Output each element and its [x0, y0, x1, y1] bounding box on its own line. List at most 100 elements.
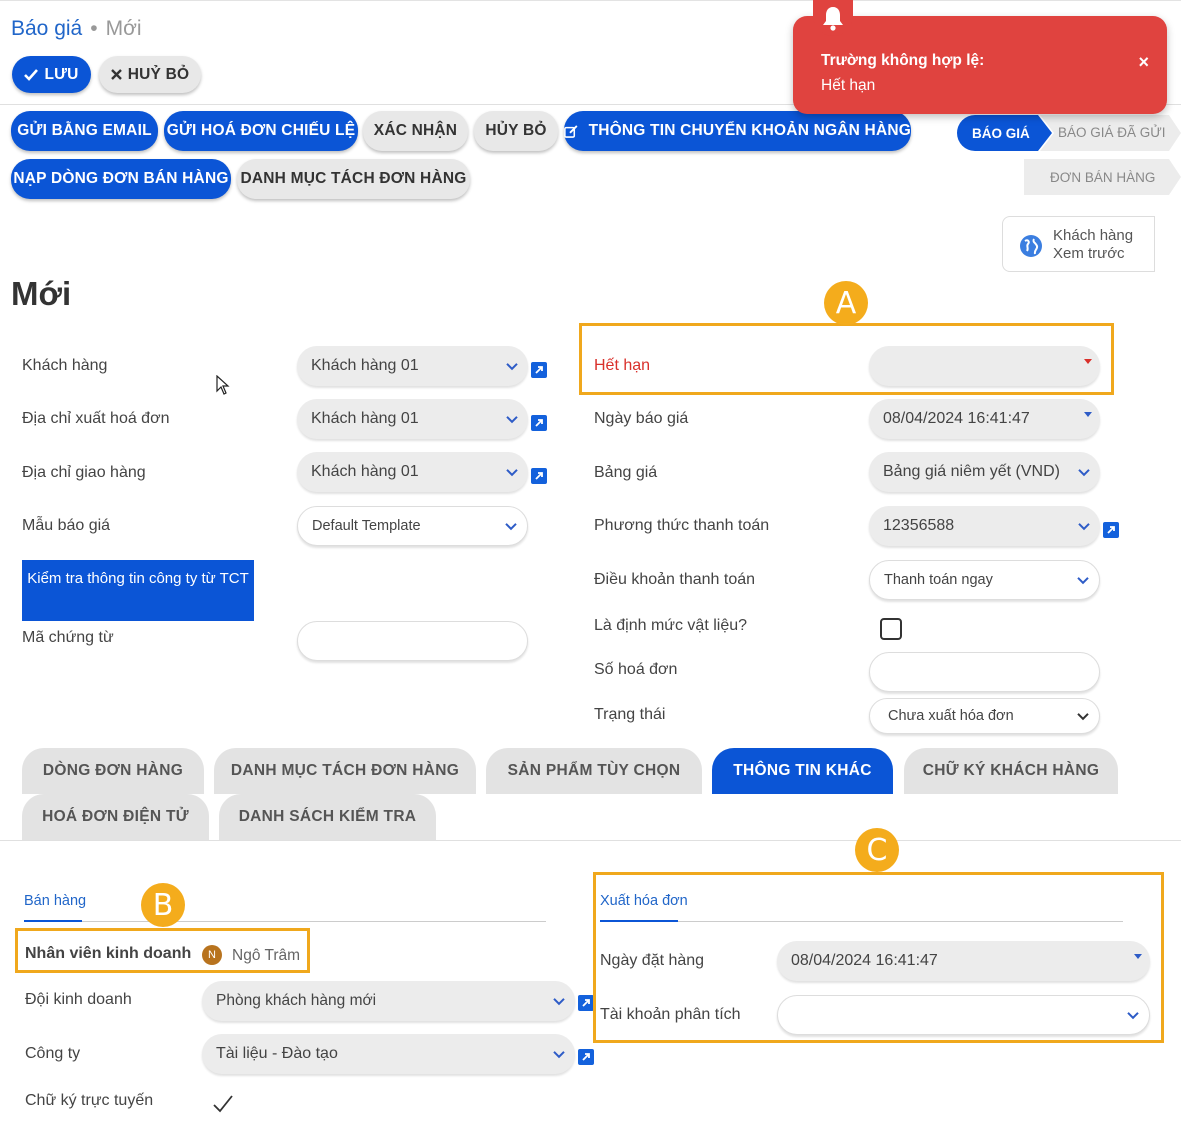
chevron-down-icon: [506, 469, 518, 477]
annotation-badge-c: C: [855, 828, 899, 872]
pricelist-value: Bảng giá niêm yết (VND): [883, 463, 1060, 480]
globe-icon: [1020, 235, 1042, 257]
external-link-icon[interactable]: [578, 1049, 594, 1065]
quote-date-input[interactable]: 08/04/2024 16:41:47: [869, 399, 1100, 439]
doc-code-input[interactable]: [297, 621, 528, 661]
customer-select[interactable]: Khách hàng 01: [297, 346, 528, 386]
invoice-no-input[interactable]: [869, 652, 1100, 692]
quote-date-label: Ngày báo giá: [594, 410, 689, 427]
discard-label: HUỶ BỎ: [127, 65, 190, 83]
invoice-address-label: Địa chỉ xuất hoá đơn: [22, 410, 170, 427]
customer-preview-button[interactable]: Khách hàng Xem trước: [1002, 216, 1155, 272]
caret-down-icon: [1084, 412, 1092, 417]
status-select[interactable]: Chưa xuất hóa đơn: [869, 698, 1100, 734]
sales-section-underline: [24, 920, 82, 922]
customer-value: Khách hàng 01: [311, 357, 419, 374]
tab-customer-signature[interactable]: CHỮ KÝ KHÁCH HÀNG: [904, 748, 1118, 794]
breadcrumb-separator: •: [90, 17, 98, 40]
edit-icon: [564, 124, 578, 138]
cancel-button[interactable]: HỦY BỎ: [474, 111, 558, 151]
sales-team-value: Phòng khách hàng mới: [216, 992, 377, 1009]
toast-close-button[interactable]: ×: [1138, 52, 1149, 73]
company-value: Tài liệu - Đào tạo: [216, 1045, 338, 1062]
payment-terms-label: Điều khoản thanh toán: [594, 571, 756, 588]
tabs-divider: [0, 840, 1181, 841]
highlight-box-a: [579, 323, 1114, 395]
payment-terms-value: Thanh toán ngay: [884, 572, 993, 588]
sales-section-line: [24, 921, 546, 922]
sales-team-label: Đội kinh doanh: [25, 991, 132, 1008]
send-email-button[interactable]: GỬI BẰNG EMAIL: [11, 111, 158, 151]
chevron-down-icon: [1078, 523, 1090, 531]
company-label: Công ty: [25, 1045, 81, 1062]
chevron-down-icon: [553, 998, 565, 1006]
send-proforma-button[interactable]: GỬI HOÁ ĐƠN CHIẾU LỆ: [164, 111, 358, 151]
status-step-quotation-sent[interactable]: BÁO GIÁ ĐÃ GỬI: [1058, 114, 1166, 150]
annotation-badge-a: A: [824, 281, 868, 325]
tab-optional-products[interactable]: SẢN PHẨM TÙY CHỌN: [486, 748, 702, 794]
invoice-address-value: Khách hàng 01: [311, 410, 419, 427]
delivery-address-label: Địa chỉ giao hàng: [22, 464, 146, 481]
invoice-address-select[interactable]: Khách hàng 01: [297, 399, 528, 439]
sales-team-select[interactable]: Phòng khách hàng mới: [202, 981, 575, 1021]
top-border: [0, 0, 1181, 1]
external-link-icon[interactable]: [531, 362, 547, 378]
chevron-down-icon: [553, 1051, 565, 1059]
preview-line1: Khách hàng: [1053, 227, 1134, 244]
chevron-down-icon: [1077, 577, 1089, 585]
tab-checklist[interactable]: DANH SÁCH KIỂM TRA: [219, 794, 436, 840]
chevron-down-icon: [506, 416, 518, 424]
external-link-icon[interactable]: [531, 415, 547, 431]
material-norm-checkbox[interactable]: [880, 618, 902, 640]
external-link-icon[interactable]: [578, 995, 594, 1011]
toast-message: Hết hạn: [821, 77, 876, 94]
external-link-icon[interactable]: [1103, 522, 1119, 538]
customer-label: Khách hàng: [22, 357, 108, 374]
doc-code-label: Mã chứng từ: [22, 629, 114, 646]
mouse-cursor-icon: [216, 375, 230, 395]
toast-title: Trường không hợp lệ:: [821, 52, 985, 69]
annotation-badge-b: B: [141, 883, 185, 927]
check-icon: [24, 68, 39, 81]
sales-section-title[interactable]: Bán hàng: [24, 893, 86, 909]
chevron-down-icon: [1078, 469, 1090, 477]
breadcrumb-parent-link[interactable]: Báo giá: [11, 17, 82, 40]
status-step-sales-order[interactable]: ĐƠN BÁN HÀNG: [1050, 159, 1155, 195]
order-split-list-button[interactable]: DANH MỤC TÁCH ĐƠN HÀNG: [237, 159, 470, 199]
close-icon: [110, 69, 122, 80]
confirm-button[interactable]: XÁC NHẬN: [363, 111, 468, 151]
tab-other-info[interactable]: THÔNG TIN KHÁC: [712, 748, 893, 794]
external-link-icon[interactable]: [531, 468, 547, 484]
check-company-info-button[interactable]: Kiểm tra thông tin công ty từ TCT: [22, 560, 254, 621]
bank-transfer-info-button[interactable]: THÔNG TIN CHUYỂN KHOẢN NGÂN HÀNG: [564, 111, 911, 151]
tab-e-invoice[interactable]: HOÁ ĐƠN ĐIỆN TỬ: [22, 794, 209, 840]
record-title: Mới: [11, 275, 72, 312]
status-step-quotation[interactable]: BÁO GIÁ: [972, 115, 1030, 151]
save-button[interactable]: LƯU: [12, 56, 91, 93]
highlight-box-c: [593, 872, 1164, 1043]
payment-method-value: 12356588: [883, 517, 955, 534]
quote-date-value: 08/04/2024 16:41:47: [883, 410, 1030, 427]
payment-method-select[interactable]: 12356588: [869, 506, 1100, 546]
template-select[interactable]: Default Template: [297, 506, 528, 546]
online-signature-label: Chữ ký trực tuyến: [25, 1092, 154, 1109]
chevron-down-icon: [505, 523, 517, 531]
payment-method-label: Phương thức thanh toán: [594, 517, 770, 534]
status-label: Trạng thái: [594, 706, 666, 723]
pricelist-select[interactable]: Bảng giá niêm yết (VND): [869, 452, 1100, 492]
payment-terms-select[interactable]: Thanh toán ngay: [869, 560, 1100, 600]
company-select[interactable]: Tài liệu - Đào tạo: [202, 1034, 575, 1074]
load-order-lines-button[interactable]: NẠP DÒNG ĐƠN BÁN HÀNG: [11, 159, 231, 199]
breadcrumb: Báo giá • Mới: [11, 17, 142, 41]
status-value: Chưa xuất hóa đơn: [888, 708, 1014, 724]
material-norm-label: Là định mức vật liệu?: [594, 617, 748, 634]
discard-button[interactable]: HUỶ BỎ: [99, 56, 201, 93]
highlight-box-b: [15, 928, 310, 973]
delivery-address-select[interactable]: Khách hàng 01: [297, 452, 528, 492]
breadcrumb-current: Mới: [105, 17, 142, 40]
checkmark-icon[interactable]: [212, 1094, 234, 1114]
template-value: Default Template: [312, 518, 421, 534]
tab-order-lines[interactable]: DÒNG ĐƠN HÀNG: [22, 748, 204, 794]
chevron-down-icon: [506, 363, 518, 371]
tab-order-split[interactable]: DANH MỤC TÁCH ĐƠN HÀNG: [214, 748, 476, 794]
